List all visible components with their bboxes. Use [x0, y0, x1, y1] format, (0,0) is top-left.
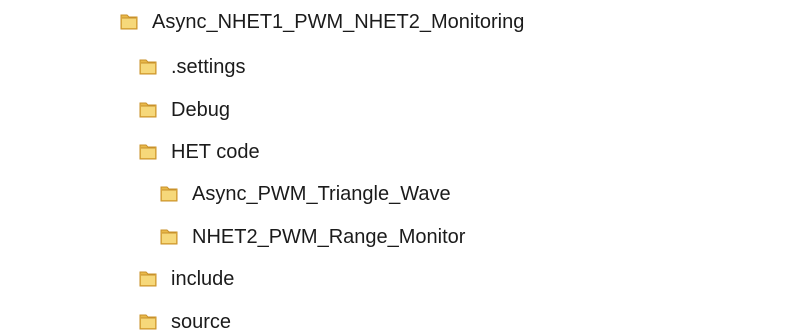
tree-item-label: Async_NHET1_PWM_NHET2_Monitoring: [152, 11, 525, 33]
tree-item-label: include: [171, 268, 235, 290]
tree-item-label: HET code: [171, 141, 260, 163]
tree-item-settings[interactable]: .settings: [137, 49, 245, 85]
tree-item-label: .settings: [171, 56, 246, 78]
folder-icon: [139, 271, 157, 287]
tree-item-label: Debug: [171, 99, 230, 121]
folder-icon: [139, 314, 157, 330]
tree-item-nhet2-pwm-range-monitor[interactable]: NHET2_PWM_Range_Monitor: [158, 219, 465, 255]
folder-icon: [139, 144, 157, 160]
tree-item-include[interactable]: include: [137, 261, 234, 297]
folder-icon: [139, 102, 157, 118]
tree-item-het-code[interactable]: HET code: [137, 134, 260, 170]
folder-icon: [120, 14, 138, 30]
tree-item-async-pwm-triangle-wave[interactable]: Async_PWM_Triangle_Wave: [158, 176, 451, 212]
tree-item-label: source: [171, 311, 232, 333]
folder-icon: [139, 59, 157, 75]
folder-tree: Async_NHET1_PWM_NHET2_Monitoring .settin…: [0, 0, 794, 335]
tree-item-debug[interactable]: Debug: [137, 92, 230, 128]
tree-item-label: Async_PWM_Triangle_Wave: [192, 183, 451, 205]
folder-icon: [160, 186, 178, 202]
tree-item-label: NHET2_PWM_Range_Monitor: [192, 226, 466, 248]
tree-item-root-folder[interactable]: Async_NHET1_PWM_NHET2_Monitoring: [118, 4, 524, 40]
folder-icon: [160, 229, 178, 245]
tree-item-source[interactable]: source: [137, 304, 231, 335]
